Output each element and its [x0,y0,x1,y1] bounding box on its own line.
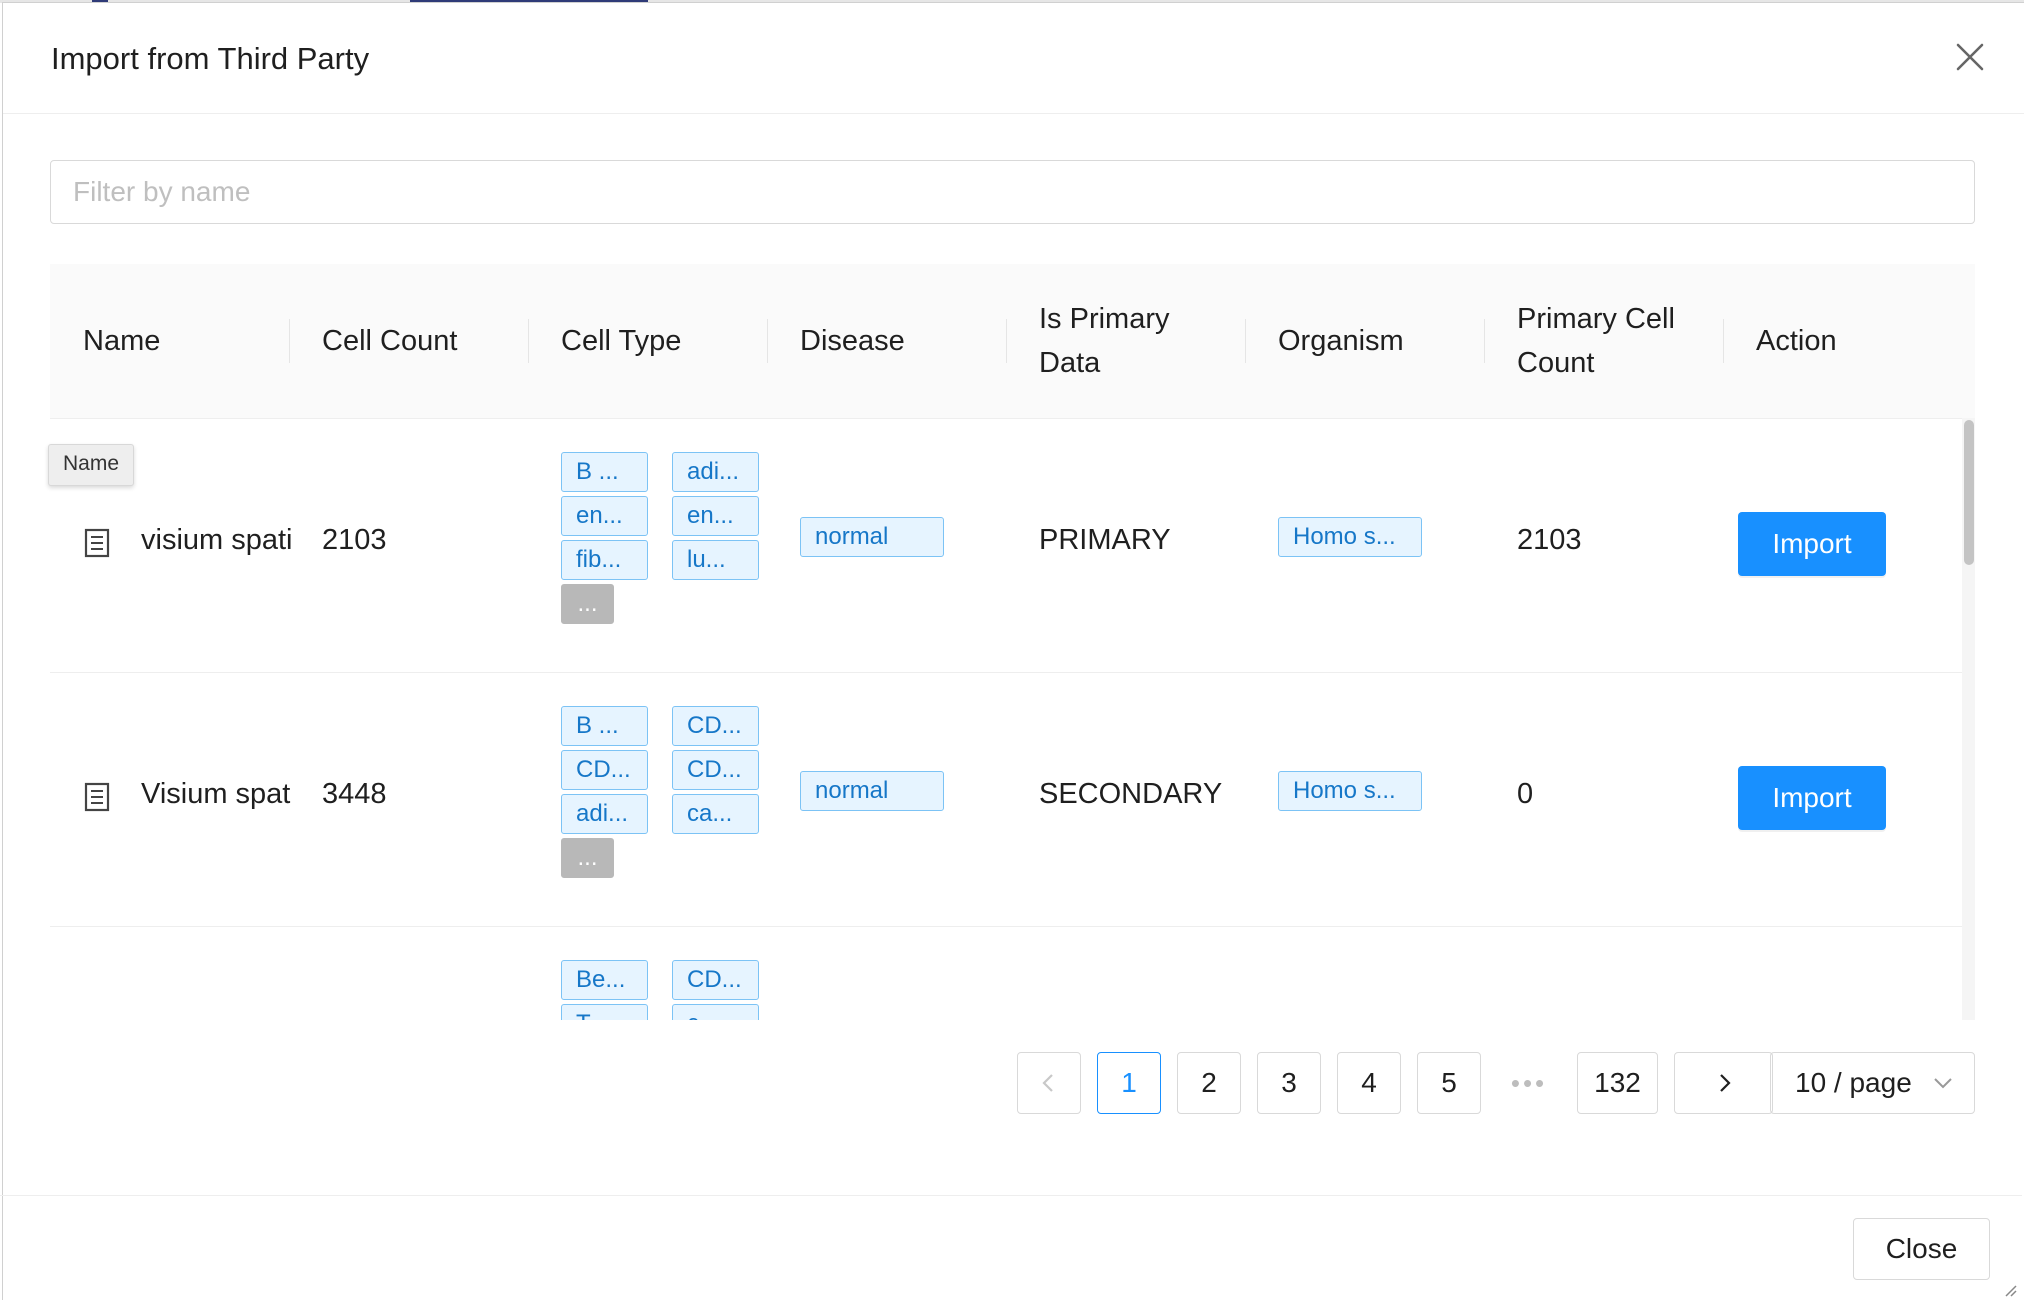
chevron-down-icon [1934,1078,1952,1089]
more-tags-badge[interactable]: ... [561,584,614,624]
column-divider [1245,319,1246,363]
cell-type-tag: CD... [672,706,759,746]
filter-input[interactable] [50,160,1975,224]
prev-page-button[interactable] [1017,1052,1081,1114]
is-primary-value: PRIMARY [1039,524,1171,556]
column-divider [1006,319,1007,363]
modal-header: Import from Third Party [3,3,2024,114]
organism-tag: Homo s... [1278,517,1422,557]
organism-tag: Homo s... [1278,771,1422,811]
page-size-select[interactable]: 10 / page [1770,1052,1975,1114]
cell-type-tag: c... [672,1004,759,1020]
table-body[interactable]: visium spati 2103 B ... adi... en... en.… [50,418,1975,1020]
dataset-icon [84,782,110,812]
primary-cell-count: 2103 [1517,524,1582,556]
cell-type-tag: adi... [561,794,648,834]
column-header-disease[interactable]: Disease [800,264,905,418]
close-icon[interactable] [1953,40,1987,74]
page-button-last[interactable]: 132 [1577,1052,1658,1114]
page-size-value: 10 / page [1795,1067,1912,1098]
cell-count: 2103 [322,524,387,556]
column-divider [528,319,529,363]
table-row: Visium spat 3448 B ... CD... CD... CD...… [50,672,1964,927]
table-scrollbar-thumb[interactable] [1964,420,1974,565]
modal-title: Import from Third Party [51,41,370,76]
modal-footer [0,1195,2022,1299]
page-button-5[interactable]: 5 [1417,1052,1481,1114]
primary-cell-count: 0 [1517,778,1534,810]
page-button-2[interactable]: 2 [1177,1052,1241,1114]
jump-next-ellipsis[interactable]: ••• [1497,1052,1561,1114]
table-row: Be... CD... T... c... [50,926,1964,1020]
column-header-cell-count[interactable]: Cell Count [322,264,457,418]
close-button[interactable]: Close [1853,1218,1990,1280]
page-button-3[interactable]: 3 [1257,1052,1321,1114]
cell-type-tag: lu... [672,540,759,580]
cell-count: 3448 [322,778,387,810]
disease-tag: normal [800,771,944,811]
column-header-line: Data [1039,347,1101,379]
next-page-button[interactable] [1674,1052,1773,1114]
cell-type-tag: CD... [672,960,759,1000]
table-header: Name Cell Count Cell Type Disease Is Pri… [50,264,1975,419]
column-header-action: Action [1756,325,1837,357]
cell-type-tag: en... [561,496,648,536]
column-header-is-primary-data[interactable]: Is Primary Data [1039,264,1170,418]
table-row: visium spati 2103 B ... adi... en... en.… [50,418,1964,673]
cell-type-tag: CD... [672,750,759,790]
column-divider [1484,319,1485,363]
import-button[interactable]: Import [1738,766,1886,830]
disease-tag: normal [800,517,944,557]
column-divider [289,319,290,363]
dataset-icon [84,528,110,558]
chevron-right-icon [1719,1074,1731,1092]
page-button-4[interactable]: 4 [1337,1052,1401,1114]
dataset-name: visium spati [141,524,293,556]
cell-type-tag: T... [561,1004,648,1020]
is-primary-value: SECONDARY [1039,778,1223,810]
cell-type-tag: fib... [561,540,648,580]
chevron-left-icon [1042,1074,1053,1092]
resize-handle-icon[interactable] [2000,1280,2018,1298]
column-header-line: Primary Cell [1517,303,1675,335]
column-header-primary-cell-count[interactable]: Primary Cell Count [1517,264,1675,418]
cell-type-tag: CD... [561,750,648,790]
column-header-organism[interactable]: Organism [1278,264,1404,418]
page-button-1[interactable]: 1 [1097,1052,1161,1114]
column-divider [1723,319,1724,363]
name-tooltip: Name [48,444,135,486]
import-button[interactable]: Import [1738,512,1886,576]
cell-type-tag: en... [672,496,759,536]
column-header-line: Count [1517,347,1595,379]
cell-type-tag: adi... [672,452,759,492]
more-tags-badge[interactable]: ... [561,838,614,878]
cell-type-tag: B ... [561,452,648,492]
column-header-line: Is Primary [1039,303,1170,335]
column-header-cell-type[interactable]: Cell Type [561,264,681,418]
column-header-name[interactable]: Name [83,264,160,418]
cell-type-tag: B ... [561,706,648,746]
cell-type-tag: Be... [561,960,648,1000]
cell-type-tag: ca... [672,794,759,834]
column-divider [767,319,768,363]
dataset-name: Visium spat [141,778,291,810]
